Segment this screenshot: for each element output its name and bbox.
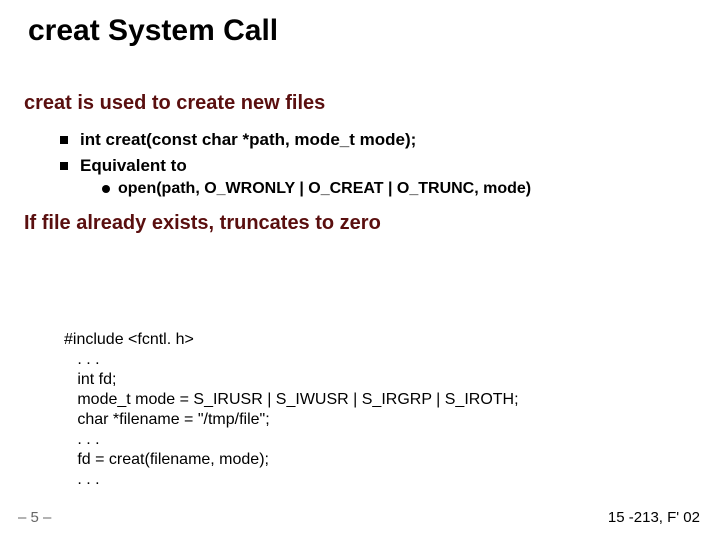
bullet-row: Equivalent to (60, 156, 187, 176)
course-label: 15 -213, F' 02 (608, 509, 700, 526)
bullet-row: int creat(const char *path, mode_t mode)… (60, 130, 416, 150)
square-bullet-icon (60, 162, 68, 170)
bullet-text: int creat(const char *path, mode_t mode)… (80, 130, 416, 150)
code-line: . . . (64, 350, 519, 370)
section-heading-1: creat is used to create new files (24, 92, 325, 115)
section-heading-2: If file already exists, truncates to zer… (24, 212, 381, 235)
bullet-text: Equivalent to (80, 156, 187, 176)
code-line: . . . (64, 470, 519, 490)
square-bullet-icon (60, 136, 68, 144)
slide-title: creat System Call (28, 14, 278, 48)
code-line: int fd; (64, 370, 519, 390)
code-line: char *filename = "/tmp/file"; (64, 410, 519, 430)
code-line: #include <fcntl. h> (64, 330, 519, 350)
code-block: #include <fcntl. h> . . . int fd; mode_t… (64, 330, 519, 490)
slide: creat System Call creat is used to creat… (0, 0, 720, 540)
code-line: mode_t mode = S_IRUSR | S_IWUSR | S_IRGR… (64, 390, 519, 410)
sub-bullet-row: open(path, O_WRONLY | O_CREAT | O_TRUNC,… (102, 180, 531, 198)
dot-bullet-icon (102, 185, 110, 193)
code-line: fd = creat(filename, mode); (64, 450, 519, 470)
page-number: – 5 – (18, 509, 51, 526)
code-line: . . . (64, 430, 519, 450)
sub-bullet-text: open(path, O_WRONLY | O_CREAT | O_TRUNC,… (118, 180, 531, 198)
